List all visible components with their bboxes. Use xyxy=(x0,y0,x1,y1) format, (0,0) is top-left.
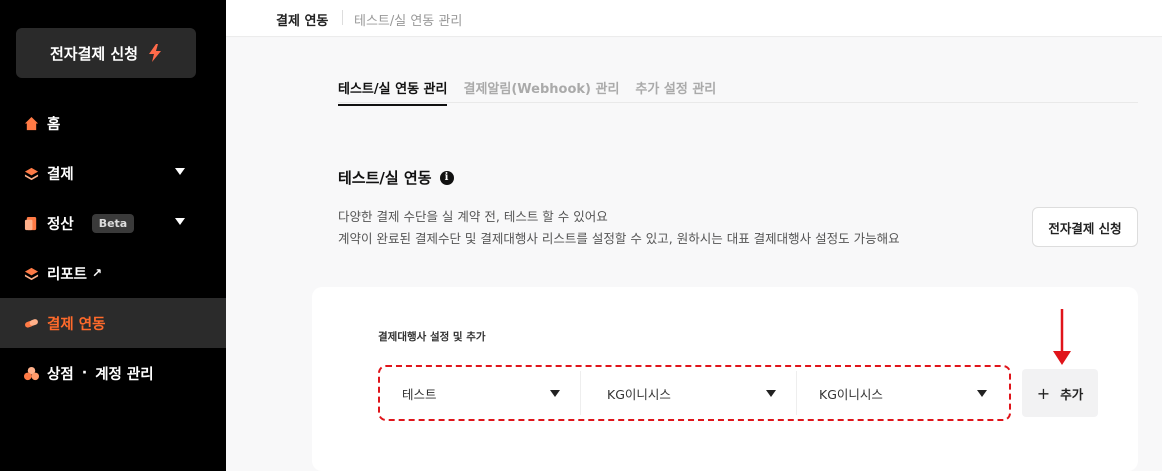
apply-payment-button[interactable]: 전자결제 신청 xyxy=(16,28,196,78)
select-value: KG이니시스 xyxy=(607,386,671,402)
dropdown-arrow-icon xyxy=(550,389,560,397)
sidebar-item-payment[interactable]: 결제 xyxy=(0,148,226,198)
dropdown-arrow-icon xyxy=(977,389,987,397)
tab-divider xyxy=(338,102,1138,103)
sidebar-item-label: 홈 xyxy=(47,116,61,133)
sidebar-item-label: 계정 관리 xyxy=(95,366,154,383)
lightning-icon xyxy=(149,44,162,62)
pg-settings-card: 결제대행사 설정 및 추가 테스트 KG이니시스 KG이니시스 + 추가 xyxy=(312,287,1138,471)
pg-provider-select[interactable]: KG이니시스 xyxy=(580,371,796,415)
sidebar-item-report[interactable]: 리포트 ↗ xyxy=(0,248,226,298)
apply-payment-outline-button[interactable]: 전자결제 신청 xyxy=(1032,207,1138,247)
dropdown-arrow-icon xyxy=(766,389,776,397)
store-icon xyxy=(24,366,39,380)
document-icon xyxy=(24,216,37,230)
info-icon[interactable]: i xyxy=(439,170,454,185)
select-value: 테스트 xyxy=(402,386,437,402)
red-arrow-icon xyxy=(1053,309,1071,365)
sidebar-item-label: 결제 연동 xyxy=(47,316,106,333)
label-separator: · xyxy=(81,365,88,381)
section-description-line1: 다양한 결제 수단을 실 계약 전, 테스트 할 수 있어요 xyxy=(338,209,608,224)
sidebar-item-label: 리포트 xyxy=(47,266,88,283)
chevron-down-icon[interactable] xyxy=(175,168,185,175)
pg-provider-detail-select[interactable]: KG이니시스 xyxy=(796,371,1007,415)
beta-badge: Beta xyxy=(91,213,135,233)
layers-icon xyxy=(24,267,39,280)
sidebar-item-label: 정산 xyxy=(47,216,74,233)
chevron-down-icon[interactable] xyxy=(175,218,185,225)
apply-payment-label: 전자결제 신청 xyxy=(49,44,139,63)
layers-icon xyxy=(24,167,39,180)
section-title: 테스트/실 연동 i xyxy=(338,167,454,188)
sidebar-item-label: 상점 xyxy=(47,366,74,383)
add-button-label: 추가 xyxy=(1060,386,1084,402)
environment-select[interactable]: 테스트 xyxy=(384,371,580,415)
external-link-icon: ↗ xyxy=(92,266,103,280)
section-title-text: 테스트/실 연동 xyxy=(338,169,432,187)
card-label: 결제대행사 설정 및 추가 xyxy=(378,331,486,343)
sidebar-item-settlement[interactable]: 정산 Beta xyxy=(0,198,226,248)
sidebar-item-home[interactable]: 홈 xyxy=(0,98,226,148)
link-icon xyxy=(24,318,38,328)
main-content: 테스트/실 연동 관리 결제알림(Webhook) 관리 추가 설정 관리 테스… xyxy=(226,38,1162,471)
breadcrumb-sub[interactable]: 테스트/실 연동 관리 xyxy=(354,10,462,29)
sidebar: 전자결제 신청 홈 결제 정산 Beta 리포트 ↗ 결제 연동 상점 · 계정… xyxy=(0,0,226,471)
plus-icon: + xyxy=(1036,383,1051,403)
sidebar-item-store-account[interactable]: 상점 · 계정 관리 xyxy=(0,348,226,398)
sidebar-item-payment-integration[interactable]: 결제 연동 xyxy=(0,298,226,348)
select-value: KG이니시스 xyxy=(819,386,883,402)
add-button[interactable]: + 추가 xyxy=(1022,369,1098,417)
breadcrumb-current[interactable]: 결제 연동 xyxy=(276,10,328,29)
sidebar-item-label: 결제 xyxy=(47,166,74,183)
section-description-line2: 계약이 완료된 결제수단 및 결제대행사 리스트를 설정할 수 있고, 원하시는… xyxy=(338,231,900,246)
home-icon xyxy=(24,116,39,130)
breadcrumb-divider xyxy=(342,10,343,25)
top-breadcrumb-bar: 결제 연동 테스트/실 연동 관리 xyxy=(226,0,1162,37)
